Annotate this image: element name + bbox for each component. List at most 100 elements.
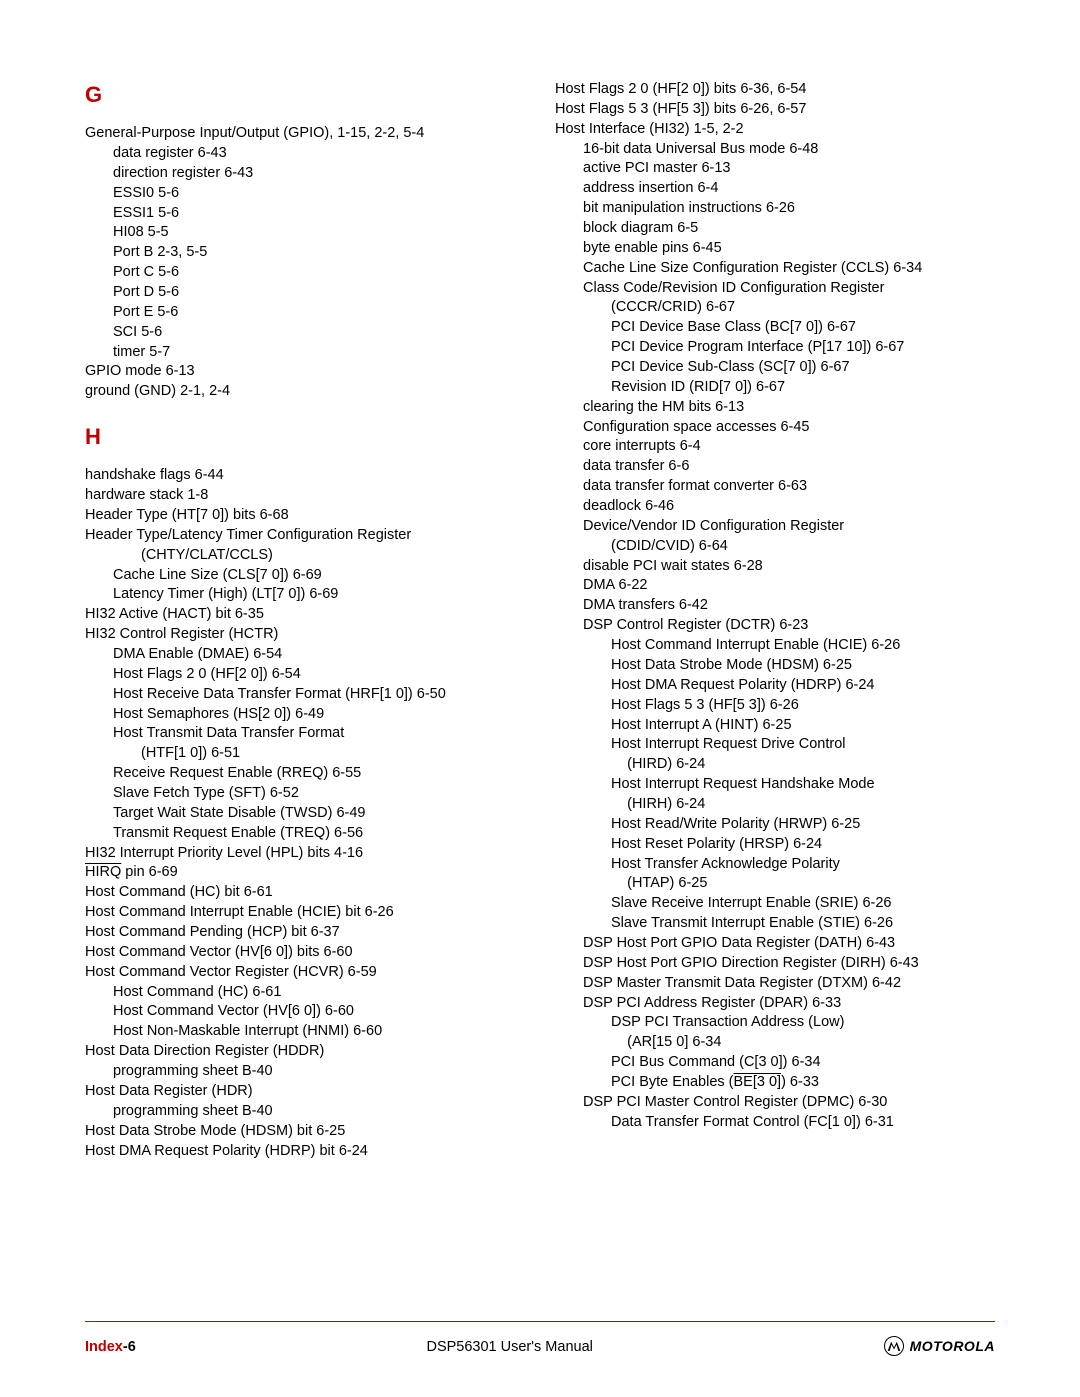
index-entry: Host Data Register (HDR) [85, 1082, 525, 1102]
index-entry: Header Type (HT[7 0]) bits 6-68 [85, 506, 525, 526]
index-entry: Host Command Vector Register (HCVR) 6-59 [85, 963, 525, 983]
index-entry: Port C 5-6 [85, 263, 525, 283]
footer-index-label: Index [85, 1339, 123, 1355]
index-entry: HIRQ pin 6-69 [85, 863, 525, 883]
index-entry: Host Read/Write Polarity (HRWP) 6-25 [555, 815, 995, 835]
index-entry: data transfer 6-6 [555, 457, 995, 477]
index-entry: (HTAP) 6-25 [555, 874, 995, 894]
index-entry: ESSI0 5-6 [85, 184, 525, 204]
index-entry: Slave Fetch Type (SFT) 6-52 [85, 784, 525, 804]
index-entry: DMA Enable (DMAE) 6-54 [85, 645, 525, 665]
index-entry: Port B 2-3, 5-5 [85, 243, 525, 263]
index-entry: timer 5-7 [85, 343, 525, 363]
footer-brand: MOTOROLA [884, 1336, 995, 1357]
index-entry: Host Interface (HI32) 1-5, 2-2 [555, 120, 995, 140]
index-entry: Port E 5-6 [85, 303, 525, 323]
index-entry: Transmit Request Enable (TREQ) 6-56 [85, 824, 525, 844]
index-entry: (CCCR/CRID) 6-67 [555, 298, 995, 318]
index-entry: Host Data Strobe Mode (HDSM) bit 6-25 [85, 1122, 525, 1142]
index-entry: (AR[15 0] 6-34 [555, 1033, 995, 1053]
footer-title: DSP56301 User's Manual [426, 1339, 592, 1355]
index-entry: Host Reset Polarity (HRSP) 6-24 [555, 835, 995, 855]
index-entry: programming sheet B-40 [85, 1102, 525, 1122]
index-entry: (HTF[1 0]) 6-51 [85, 744, 525, 764]
index-entry: address insertion 6-4 [555, 179, 995, 199]
index-entry: Revision ID (RID[7 0]) 6-67 [555, 378, 995, 398]
index-entry: PCI Device Base Class (BC[7 0]) 6-67 [555, 318, 995, 338]
index-entry: HI32 Interrupt Priority Level (HPL) bits… [85, 844, 525, 864]
index-text: PCI Byte Enables ( [611, 1074, 734, 1090]
index-entry: byte enable pins 6-45 [555, 239, 995, 259]
index-entry: ground (GND) 2-1, 2-4 [85, 382, 525, 402]
index-entry: Target Wait State Disable (TWSD) 6-49 [85, 804, 525, 824]
logo-icon [884, 1336, 904, 1356]
index-entry: active PCI master 6-13 [555, 159, 995, 179]
index-entry: clearing the HM bits 6-13 [555, 398, 995, 418]
index-entry: DSP PCI Address Register (DPAR) 6-33 [555, 994, 995, 1014]
index-entry: PCI Byte Enables (BE[3 0]) 6-33 [555, 1073, 995, 1093]
index-entry: ESSI1 5-6 [85, 204, 525, 224]
index-entry: General-Purpose Input/Output (GPIO), 1-1… [85, 124, 525, 144]
index-entry: (HIRH) 6-24 [555, 795, 995, 815]
index-entry: PCI Device Sub-Class (SC[7 0]) 6-67 [555, 358, 995, 378]
index-entry: Host Interrupt A (HINT) 6-25 [555, 716, 995, 736]
index-entry: disable PCI wait states 6-28 [555, 557, 995, 577]
index-text: pin 6-69 [121, 864, 177, 880]
index-entry: Latency Timer (High) (LT[7 0]) 6-69 [85, 585, 525, 605]
section-letter-h: H [85, 422, 525, 452]
footer-rule [85, 1321, 995, 1322]
index-entry: Slave Receive Interrupt Enable (SRIE) 6-… [555, 894, 995, 914]
index-entry: SCI 5-6 [85, 323, 525, 343]
index-entry: DMA 6-22 [555, 576, 995, 596]
index-entry: PCI Bus Command (C[3 0]) 6-34 [555, 1053, 995, 1073]
index-entry: Host Interrupt Request Drive Control [555, 735, 995, 755]
footer-page-number: Index-6 [85, 1339, 136, 1355]
index-entry: Device/Vendor ID Configuration Register [555, 517, 995, 537]
index-entry: Host Flags 2 0 (HF[2 0]) bits 6-36, 6-54 [555, 80, 995, 100]
index-entry: Host Command Vector (HV[6 0]) 6-60 [85, 1002, 525, 1022]
index-entry: Host Command (HC) 6-61 [85, 983, 525, 1003]
document-page: G General-Purpose Input/Output (GPIO), 1… [0, 0, 1080, 1397]
index-entry: (HIRD) 6-24 [555, 755, 995, 775]
index-entry: Slave Transmit Interrupt Enable (STIE) 6… [555, 914, 995, 934]
index-entry: bit manipulation instructions 6-26 [555, 199, 995, 219]
index-entry: data register 6-43 [85, 144, 525, 164]
index-entry: data transfer format converter 6-63 [555, 477, 995, 497]
index-entry: Host DMA Request Polarity (HDRP) 6-24 [555, 676, 995, 696]
index-entry: programming sheet B-40 [85, 1062, 525, 1082]
index-entry: Host Command Interrupt Enable (HCIE) 6-2… [555, 636, 995, 656]
motorola-logo: MOTOROLA [884, 1336, 995, 1356]
index-entry: Host Interrupt Request Handshake Mode [555, 775, 995, 795]
index-entry: DSP PCI Master Control Register (DPMC) 6… [555, 1093, 995, 1113]
page-footer: Index-6 DSP56301 User's Manual MOTOROLA [85, 1336, 995, 1357]
index-entry: DSP Host Port GPIO Direction Register (D… [555, 954, 995, 974]
index-entry: Host Non-Maskable Interrupt (HNMI) 6-60 [85, 1022, 525, 1042]
index-entry: GPIO mode 6-13 [85, 362, 525, 382]
index-entry: Data Transfer Format Control (FC[1 0]) 6… [555, 1113, 995, 1133]
index-entry: (CHTY/CLAT/CCLS) [85, 546, 525, 566]
index-entry: Port D 5-6 [85, 283, 525, 303]
column-right: Host Flags 2 0 (HF[2 0]) bits 6-36, 6-54… [555, 80, 995, 1161]
index-entry: Host DMA Request Polarity (HDRP) bit 6-2… [85, 1142, 525, 1162]
index-entry: DMA transfers 6-42 [555, 596, 995, 616]
index-entry: DSP Master Transmit Data Register (DTXM)… [555, 974, 995, 994]
index-entry: Cache Line Size (CLS[7 0]) 6-69 [85, 566, 525, 586]
index-entry: (CDID/CVID) 6-64 [555, 537, 995, 557]
index-entry: handshake flags 6-44 [85, 466, 525, 486]
index-entry: HI08 5-5 [85, 223, 525, 243]
index-entry: Host Semaphores (HS[2 0]) 6-49 [85, 705, 525, 725]
index-entry: HI32 Control Register (HCTR) [85, 625, 525, 645]
index-entry: DSP PCI Transaction Address (Low) [555, 1013, 995, 1033]
index-entry: Host Receive Data Transfer Format (HRF[1… [85, 685, 525, 705]
index-entry: Receive Request Enable (RREQ) 6-55 [85, 764, 525, 784]
index-entry: Host Command Interrupt Enable (HCIE) bit… [85, 903, 525, 923]
index-entry: Host Flags 5 3 (HF[5 3]) bits 6-26, 6-57 [555, 100, 995, 120]
index-entry: Host Flags 5 3 (HF[5 3]) 6-26 [555, 696, 995, 716]
index-entry: DSP Host Port GPIO Data Register (DATH) … [555, 934, 995, 954]
index-entry: Host Command (HC) bit 6-61 [85, 883, 525, 903]
index-entry: DSP Control Register (DCTR) 6-23 [555, 616, 995, 636]
index-entry: Header Type/Latency Timer Configuration … [85, 526, 525, 546]
index-entry: HI32 Active (HACT) bit 6-35 [85, 605, 525, 625]
index-entry: hardware stack 1-8 [85, 486, 525, 506]
index-entry: core interrupts 6-4 [555, 437, 995, 457]
